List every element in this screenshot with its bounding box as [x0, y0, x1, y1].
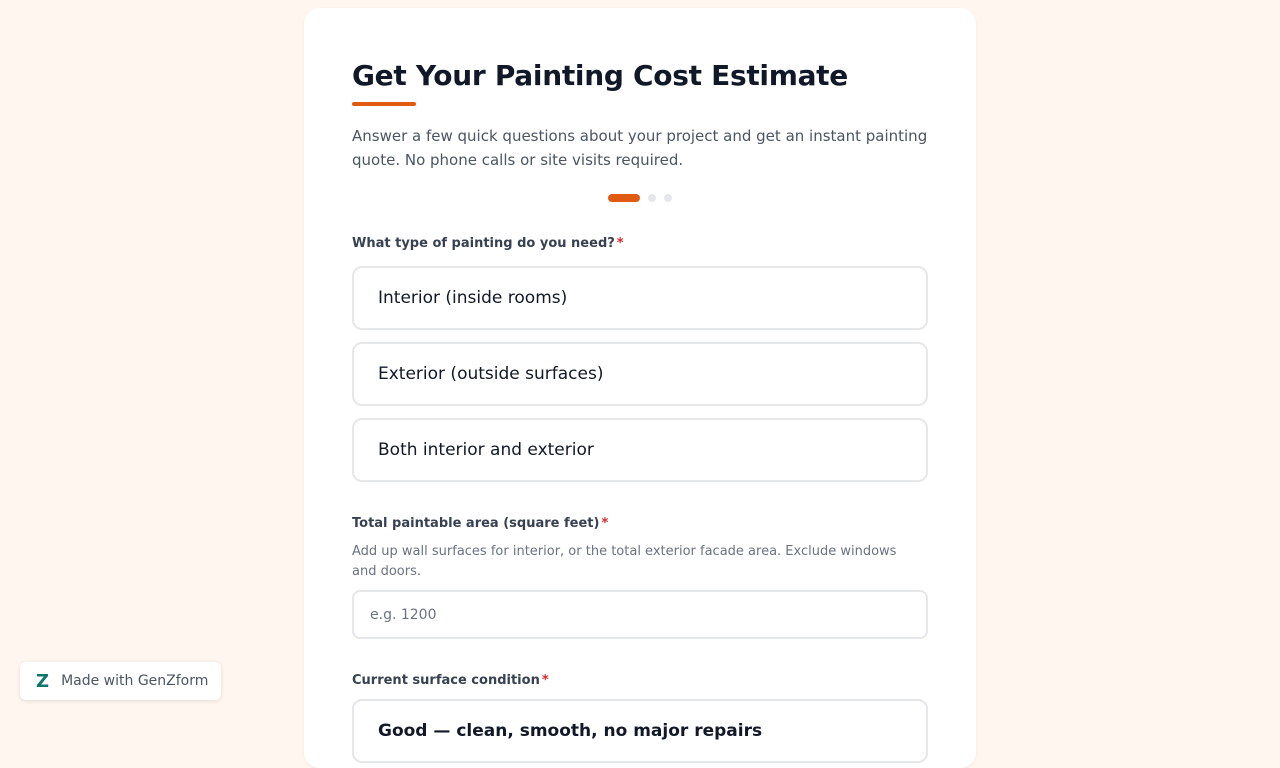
required-mark: *	[601, 516, 609, 531]
form-card: Get Your Painting Cost Estimate Answer a…	[304, 8, 976, 768]
genzform-logo-icon: Z	[36, 670, 50, 692]
progress-dot-step-3	[664, 194, 672, 202]
page-title: Get Your Painting Cost Estimate	[352, 59, 848, 92]
option-label: Both interior and exterior	[378, 440, 594, 460]
area-label: Total paintable area (square feet) *	[352, 514, 928, 534]
area-help-text: Add up wall surfaces for interior, or th…	[352, 544, 897, 579]
option-both[interactable]: Both interior and exterior	[352, 418, 928, 482]
required-mark: *	[541, 673, 549, 688]
step-progress	[352, 192, 928, 204]
required-mark: *	[616, 236, 624, 251]
progress-dot-step-1	[608, 194, 640, 202]
title-underline	[352, 102, 416, 106]
option-condition-good[interactable]: Good — clean, smooth, no major repairs	[352, 699, 928, 763]
progress-dot-step-2	[648, 194, 656, 202]
condition-question: Current surface condition * Good — clean,…	[352, 671, 928, 763]
form-intro: Answer a few quick questions about your …	[352, 127, 928, 169]
painting-type-label-text: What type of painting do you need?	[352, 236, 615, 251]
painting-type-question: What type of painting do you need? * Inte…	[352, 234, 928, 482]
area-input[interactable]	[352, 590, 928, 639]
made-with-badge[interactable]: Z Made with GenZform	[20, 662, 221, 700]
option-label: Good — clean, smooth, no major repairs	[378, 721, 763, 741]
area-label-text: Total paintable area (square feet)	[352, 516, 600, 531]
condition-label: Current surface condition *	[352, 671, 928, 691]
option-label: Exterior (outside surfaces)	[378, 364, 604, 384]
condition-label-text: Current surface condition	[352, 673, 540, 688]
option-label: Interior (inside rooms)	[378, 288, 568, 308]
option-interior[interactable]: Interior (inside rooms)	[352, 266, 928, 330]
painting-type-label: What type of painting do you need? *	[352, 234, 928, 254]
badge-text: Made with GenZform	[61, 673, 209, 689]
area-question: Total paintable area (square feet) * Add …	[352, 514, 928, 639]
option-exterior[interactable]: Exterior (outside surfaces)	[352, 342, 928, 406]
